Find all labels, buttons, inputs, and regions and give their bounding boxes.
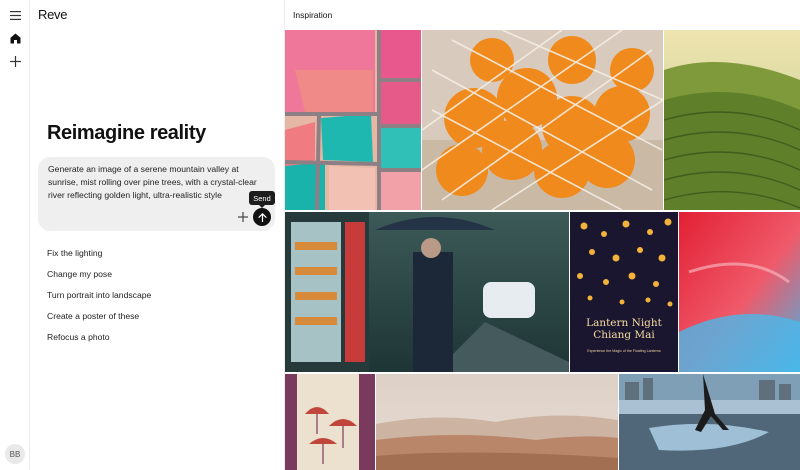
- inspiration-image-umbrella-print[interactable]: [285, 374, 375, 470]
- poster-title-line2: Chiang Mai: [593, 329, 655, 341]
- arrow-up-icon: [257, 212, 267, 222]
- attach-plus-icon[interactable]: [236, 210, 250, 224]
- inspiration-image-rain-street[interactable]: [285, 212, 569, 372]
- send-button[interactable]: [253, 208, 271, 226]
- suggestion-item[interactable]: Fix the lighting: [47, 247, 151, 268]
- prompt-input[interactable]: Generate an image of a serene mountain v…: [48, 163, 270, 202]
- menu-icon[interactable]: [5, 5, 25, 25]
- inspiration-image-rice-terraces[interactable]: [664, 30, 800, 210]
- page-headline: Reimagine reality: [47, 122, 206, 144]
- inspiration-image-red-blue-abstract[interactable]: [679, 212, 800, 372]
- poster-title-line1: Lantern Night: [586, 317, 662, 329]
- poster-tagline: Experience the Magic of the Floating Lan…: [587, 349, 661, 353]
- inspiration-image-lantern-poster[interactable]: Lantern Night Chiang Mai Experience the …: [570, 212, 678, 372]
- suggestion-item[interactable]: Turn portrait into landscape: [47, 289, 151, 310]
- home-icon[interactable]: [5, 28, 25, 48]
- inspiration-image-desert-landscape[interactable]: [376, 374, 618, 470]
- inspiration-title: Inspiration: [293, 10, 333, 20]
- left-rail: BB: [0, 0, 30, 470]
- send-tooltip: Send: [249, 191, 275, 208]
- prompt-box[interactable]: Generate an image of a serene mountain v…: [38, 157, 275, 231]
- suggestion-item[interactable]: Refocus a photo: [47, 331, 151, 352]
- avatar[interactable]: BB: [5, 444, 25, 464]
- inspiration-image-puddle-reflection[interactable]: [619, 374, 800, 470]
- plus-icon[interactable]: [5, 51, 25, 71]
- suggestion-item[interactable]: Create a poster of these: [47, 310, 151, 331]
- app-logo[interactable]: Reve: [38, 7, 67, 22]
- inspiration-image-stained-glass[interactable]: [285, 30, 421, 210]
- inspiration-image-oranges[interactable]: [422, 30, 663, 210]
- suggestion-item[interactable]: Change my pose: [47, 268, 151, 289]
- suggestion-list: Fix the lighting Change my pose Turn por…: [47, 247, 151, 352]
